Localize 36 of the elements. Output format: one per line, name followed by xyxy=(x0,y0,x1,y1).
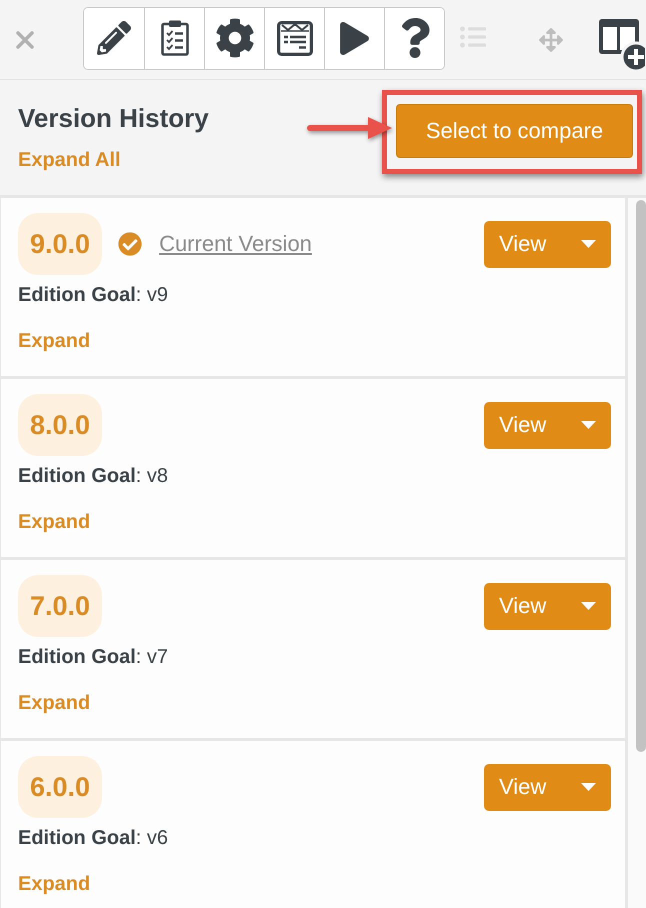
select-to-compare-button[interactable]: Select to compare xyxy=(396,104,633,158)
clipboard-checklist-icon xyxy=(160,20,188,56)
expand-link[interactable]: Expand xyxy=(18,510,90,534)
add-layout-button[interactable] xyxy=(599,18,645,72)
version-number: 9.0.0 xyxy=(18,213,102,275)
edition-goal-text: Edition Goal: v6 xyxy=(18,826,170,850)
current-version-link[interactable]: Current Version xyxy=(159,231,312,257)
caret-icon xyxy=(581,421,596,429)
form-icon xyxy=(276,20,312,56)
expand-link[interactable]: Expand xyxy=(18,872,90,896)
caret-icon xyxy=(581,783,596,791)
version-number: 7.0.0 xyxy=(18,575,102,637)
move-handle[interactable] xyxy=(539,28,563,52)
panel-title: Version History xyxy=(18,104,209,132)
expand-link[interactable]: Expand xyxy=(18,329,90,353)
version-number: 8.0.0 xyxy=(18,394,102,456)
view-button[interactable]: View xyxy=(484,582,611,630)
play-icon xyxy=(338,22,371,54)
expand-all-link[interactable]: Expand All xyxy=(18,148,121,172)
view-button[interactable]: View xyxy=(484,220,611,268)
move-icon xyxy=(539,28,563,52)
list-icon xyxy=(460,24,486,50)
help-button[interactable] xyxy=(384,8,444,68)
caret-icon xyxy=(581,240,596,248)
version-number: 6.0.0 xyxy=(18,756,102,818)
edition-goal-text: Edition Goal: v7 xyxy=(18,645,170,669)
caret-icon xyxy=(581,602,596,610)
view-button[interactable]: View xyxy=(484,402,611,448)
close-icon xyxy=(16,30,34,48)
edition-goal-text: Edition Goal: v8 xyxy=(18,464,170,488)
expand-link[interactable]: Expand xyxy=(18,691,90,715)
settings-icon xyxy=(214,18,254,58)
edition-goal-text: Edition Goal: v9 xyxy=(18,283,170,307)
pencil-icon xyxy=(97,21,131,55)
scrollbar-thumb[interactable] xyxy=(636,200,646,752)
view-button[interactable]: View xyxy=(484,764,611,810)
